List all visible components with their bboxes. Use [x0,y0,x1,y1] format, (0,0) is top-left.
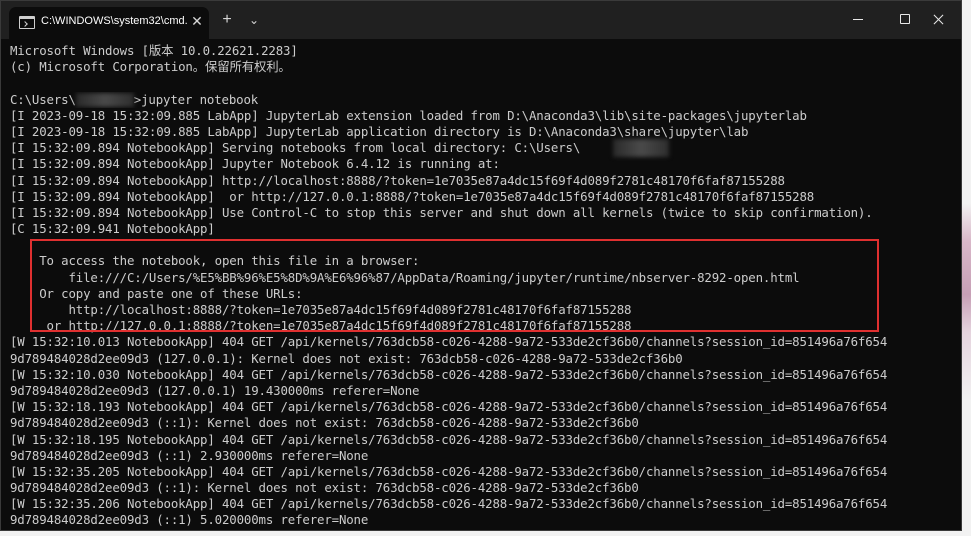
console-line: [C 15:32:09.941 NotebookApp] [10,221,215,237]
console-output[interactable]: Microsoft Windows [版本 10.0.22621.2283] (… [10,43,954,529]
close-icon[interactable]: ✕ [190,13,204,29]
prompt-path: C:\Users\ [10,91,76,107]
console-line: http://localhost:8888/?token=1e7035e87a4… [10,302,632,317]
tab-cmd[interactable]: C:\WINDOWS\system32\cmd. ✕ [9,7,209,39]
console-line: 9d789484028d2ee09d3 (::1) 5.020000ms ref… [10,512,369,528]
tab-title: C:\WINDOWS\system32\cmd. [41,15,188,27]
new-tab-button[interactable]: + [217,10,237,30]
console-line: [I 15:32:09.894 NotebookApp] Serving not… [10,140,581,156]
console-line: (c) Microsoft Corporation。保留所有权利。 [10,59,291,75]
console-line: 9d789484028d2ee09d3 (127.0.0.1) 19.43000… [10,382,420,398]
desktop-background-edge [962,0,971,536]
console-line: 9d789484028d2ee09d3 (127.0.0.1): Kernel … [10,350,683,366]
redacted-username-2 [613,139,669,157]
console-line: [W 15:32:35.205 NotebookApp] 404 GET /ap… [10,463,888,479]
console-line: [I 2023-09-18 15:32:09.885 LabApp] Jupyt… [10,107,807,123]
console-line: [I 2023-09-18 15:32:09.885 LabApp] Jupyt… [10,123,749,139]
console-line: [W 15:32:18.193 NotebookApp] 404 GET /ap… [10,399,888,415]
terminal-window: C:\WINDOWS\system32\cmd. ✕ + ⌄ Microsoft… [0,0,962,531]
console-line: [I 15:32:09.894 NotebookApp] Jupyter Not… [10,156,500,172]
close-window-button[interactable] [917,1,961,37]
title-bar: C:\WINDOWS\system32\cmd. ✕ + ⌄ [1,1,961,39]
console-line: [I 15:32:09.894 NotebookApp] http://loca… [10,172,785,188]
console-line: 9d789484028d2ee09d3 (::1): Kernel does n… [10,480,639,496]
console-line: [W 15:32:35.206 NotebookApp] 404 GET /ap… [10,496,888,512]
console-line: [W 15:32:10.013 NotebookApp] 404 GET /ap… [10,334,888,350]
console-line: or http://127.0.0.1:8888/?token=1e7035e8… [10,318,632,334]
redacted-username [75,92,134,107]
terminal-icon [19,16,35,29]
chevron-down-icon[interactable]: ⌄ [244,10,264,30]
console-line-prompt: C:\Users\ >jupyter notebook [10,92,954,108]
minimize-button[interactable] [835,1,881,37]
console-line: [W 15:32:18.195 NotebookApp] 404 GET /ap… [10,431,888,447]
console-line: [I 15:32:09.894 NotebookApp] or http://1… [10,188,815,204]
console-line: file:///C:/Users/%E5%BB%96%E5%8D%9A%E6%9… [10,269,800,285]
console-line: 9d789484028d2ee09d3 (::1): Kernel does n… [10,415,639,431]
console-line: [I 15:32:09.894 NotebookApp] Use Control… [10,204,873,220]
console-line: Or copy and paste one of these URLs: [10,285,303,301]
console-line: To access the notebook, open this file i… [10,253,420,269]
prompt-command: >jupyter notebook [133,91,259,107]
console-line: [W 15:32:10.030 NotebookApp] 404 GET /ap… [10,366,888,382]
console-line: 9d789484028d2ee09d3 (::1) 2.930000ms ref… [10,447,369,463]
console-line: Microsoft Windows [版本 10.0.22621.2283] [10,43,298,58]
